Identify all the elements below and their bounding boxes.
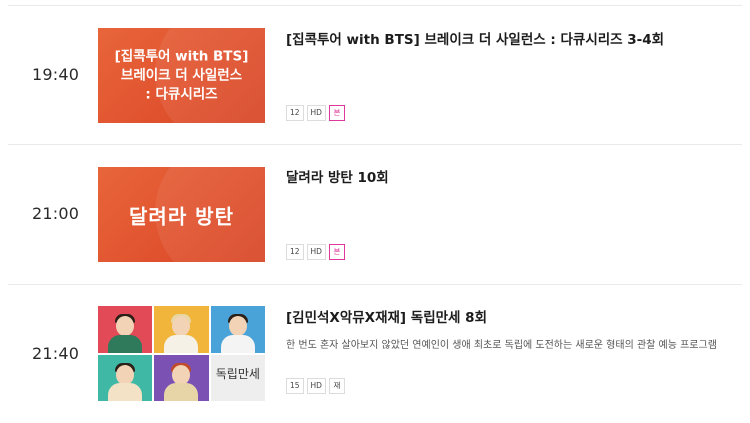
schedule-row[interactable]: 19:40 [집콕투어 with BTS] 브레이크 더 사일런스 : 다큐시리… [0,6,750,144]
rerun-badge: 재 [328,378,345,394]
program-title[interactable]: 달려라 방탄 10회 [286,166,389,186]
broadcast-time: 19:40 [32,65,80,84]
program-thumbnail[interactable]: 달려라 방탄 [98,167,265,262]
cast-photo [98,354,153,401]
show-logo: 독립만세 [215,366,260,381]
thumbnail-caption: [집콕투어 with BTS] 브레이크 더 사일런스 : 다큐시리즈 [98,47,265,104]
first-run-badge: 본 [328,105,345,121]
hd-badge: HD [306,105,326,121]
first-run-badge: 본 [328,244,345,260]
schedule-row[interactable]: 21:00 달려라 방탄 달려라 방탄 10회 12 HD 본 [0,145,750,283]
badge-group: 12 HD 본 [286,105,345,121]
hd-badge: HD [306,244,326,260]
tv-schedule-list: 19:40 [집콕투어 with BTS] 브레이크 더 사일런스 : 다큐시리… [0,0,750,421]
thumbnail-line: : 다큐시리즈 [145,86,218,102]
schedule-row[interactable]: 21:40 독립만세 [김민석X악뮤X재재] 독립만세 8회 한 번도 혼자 살… [0,285,750,423]
age-rating-badge: 15 [286,378,304,394]
program-title[interactable]: [김민석X악뮤X재재] 독립만세 8회 [286,306,487,326]
broadcast-time: 21:40 [32,344,80,363]
cast-photo [154,306,209,353]
program-thumbnail[interactable]: 독립만세 [98,306,265,401]
cast-photo [98,306,153,353]
program-description: 한 번도 혼자 살아보지 않았던 연예인이 생애 최초로 독립에 도전하는 새로… [286,340,717,351]
hd-badge: HD [306,378,326,394]
badge-group: 15 HD 재 [286,378,345,394]
thumbnail-caption: 달려라 방탄 [129,204,234,228]
age-rating-badge: 12 [286,105,304,121]
program-thumbnail[interactable]: [집콕투어 with BTS] 브레이크 더 사일런스 : 다큐시리즈 [98,28,265,123]
badge-group: 12 HD 본 [286,244,345,260]
age-rating-badge: 12 [286,244,304,260]
show-logo-tile: 독립만세 [210,354,265,401]
program-title[interactable]: [집콕투어 with BTS] 브레이크 더 사일런스 : 다큐시리즈 3-4회 [286,28,664,48]
thumbnail-line: [집콕투어 with BTS] [114,48,249,64]
cast-photo [210,306,265,353]
thumbnail-line: 브레이크 더 사일런스 [120,67,243,83]
broadcast-time: 21:00 [32,204,80,223]
cast-photo [154,354,209,401]
